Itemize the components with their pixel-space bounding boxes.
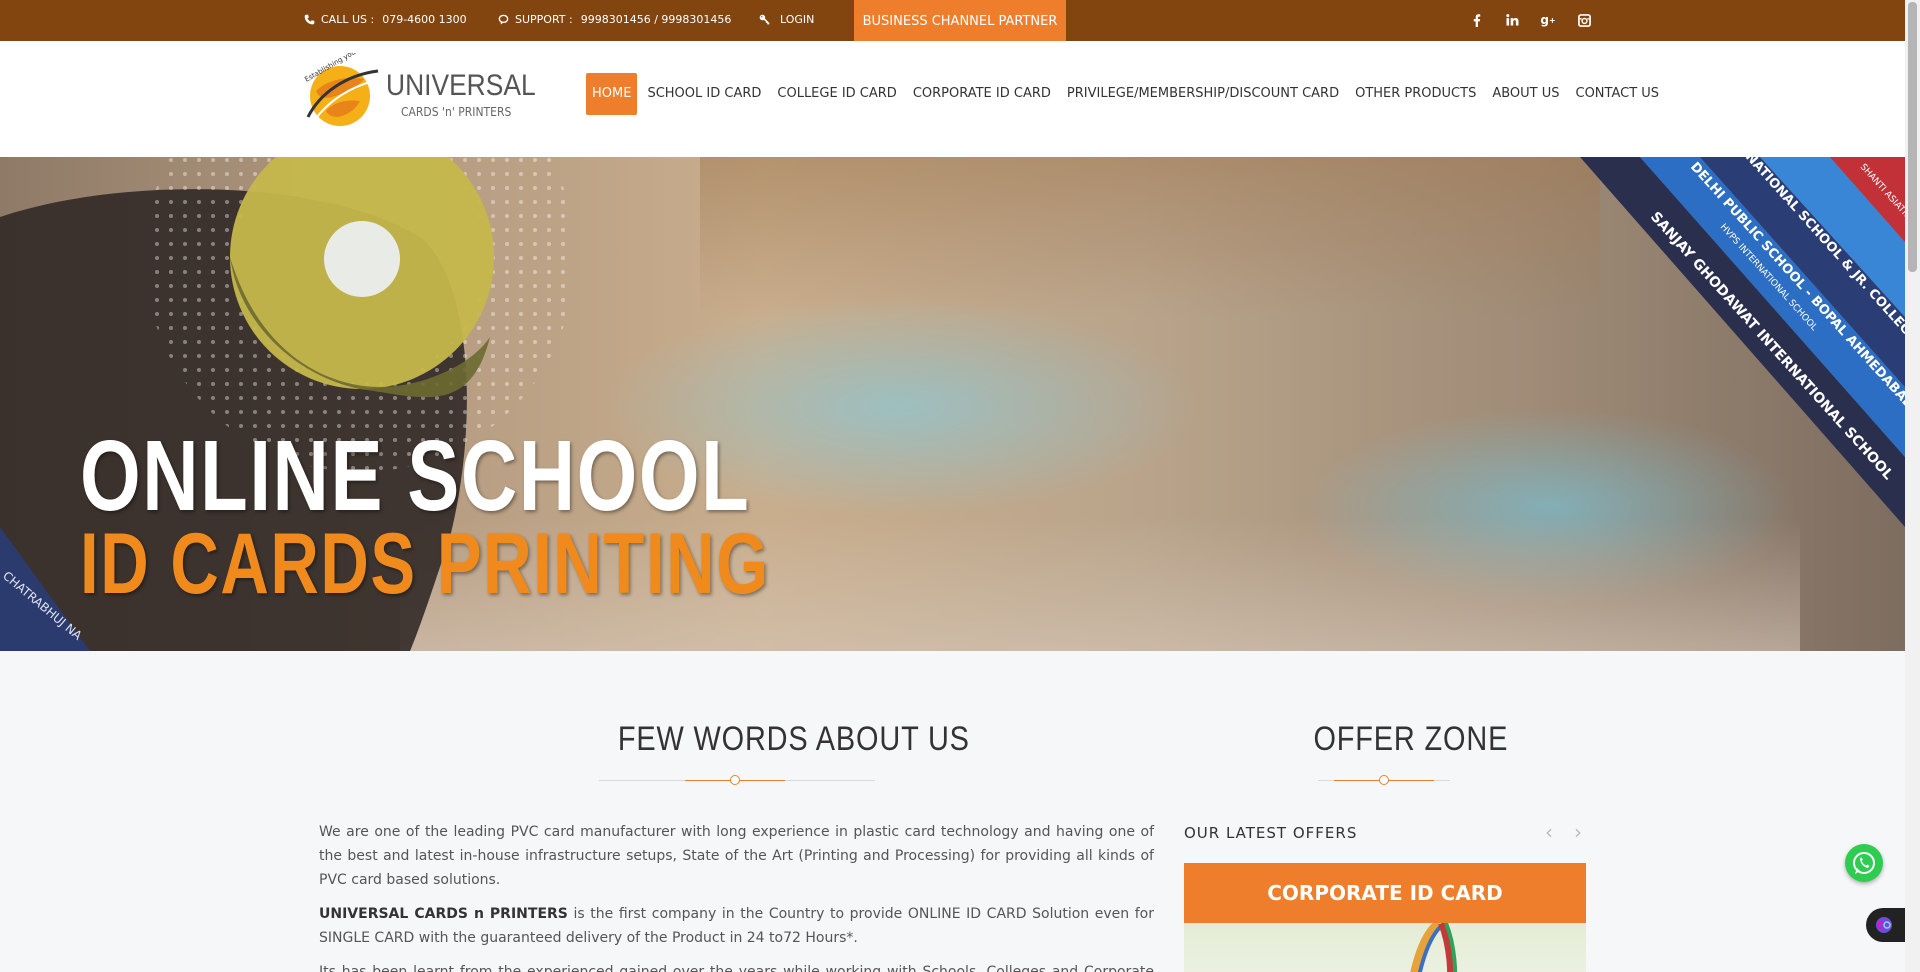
linkedin-icon[interactable]	[1504, 11, 1520, 29]
hero-banner: CHATRABHUJ NA SANJAY GHODAWAT INTERNATIO…	[0, 157, 1905, 651]
support-numbers: 9998301456 / 9998301456	[580, 13, 732, 26]
lanyard-image	[1410, 923, 1458, 972]
prev-arrow-icon[interactable]: ‹	[1545, 822, 1559, 842]
chat-bubble-icon	[498, 14, 509, 25]
page-scrollbar[interactable]	[1905, 0, 1920, 972]
call-number: 079-4600 1300	[382, 13, 467, 26]
nav-corporate-id-card[interactable]: CORPORATE ID CARD	[907, 73, 1057, 115]
assistant-icon	[1876, 917, 1892, 933]
top-bar: CALL US : 079-4600 1300 SUPPORT : 999830…	[0, 0, 1905, 43]
main-nav: HOME SCHOOL ID CARD COLLEGE ID CARD CORP…	[586, 73, 1669, 115]
nav-college-id-card[interactable]: COLLEGE ID CARD	[771, 73, 902, 115]
about-para2: UNIVERSAL CARDS n PRINTERS is the first …	[319, 902, 1154, 950]
lanyards-right: SANJAY GHODAWAT INTERNATIONAL SCHOOL DEL…	[1580, 157, 1905, 527]
globe-logo-icon: Establishing your identity	[303, 53, 382, 126]
support-label: SUPPORT :	[515, 13, 573, 26]
chat-widget[interactable]	[1866, 908, 1906, 942]
inner-circle	[324, 221, 400, 297]
about-text: We are one of the leading PVC card manuf…	[319, 820, 1154, 972]
key-icon	[759, 14, 770, 25]
nav-home[interactable]: HOME	[586, 73, 638, 115]
logo[interactable]: Establishing your identity UNIVERSAL CAR…	[302, 53, 536, 129]
about-para1: We are one of the leading PVC card manuf…	[319, 824, 1154, 888]
about-para3: Its has been learnt from the experienced…	[319, 964, 1154, 972]
logo-name: UNIVERSAL	[386, 69, 536, 102]
nav-school-id-card[interactable]: SCHOOL ID CARD	[641, 73, 767, 115]
logo-sub: CARDS 'n' PRINTERS	[401, 105, 512, 119]
login-label: LOGIN	[780, 13, 815, 26]
next-arrow-icon[interactable]: ›	[1574, 822, 1588, 842]
offer-card-image	[1184, 923, 1586, 972]
support[interactable]: SUPPORT : 9998301456 / 9998301456	[498, 13, 731, 26]
about-divider	[599, 774, 875, 786]
latest-offers-label: OUR LATEST OFFERS	[1184, 824, 1358, 842]
login-link[interactable]: LOGIN	[759, 13, 814, 26]
nav-privilege-card[interactable]: PRIVILEGE/MEMBERSHIP/DISCOUNT CARD	[1061, 73, 1345, 115]
scrollbar-thumb[interactable]	[1908, 2, 1917, 272]
offer-card[interactable]: CORPORATE ID CARD	[1184, 863, 1586, 972]
about-title: FEW WORDS ABOUT US	[617, 720, 970, 758]
instagram-icon[interactable]	[1576, 11, 1592, 29]
nav-other-products[interactable]: OTHER PRODUCTS	[1349, 73, 1482, 115]
business-channel-partner-button[interactable]: BUSINESS CHANNEL PARTNER	[854, 0, 1066, 43]
facebook-icon[interactable]	[1469, 11, 1485, 29]
phone-icon	[304, 14, 315, 25]
nav-about-us[interactable]: ABOUT US	[1486, 73, 1565, 115]
whatsapp-icon	[1853, 852, 1875, 874]
call-label: CALL US :	[321, 13, 375, 26]
offer-divider	[1318, 774, 1450, 786]
company-name: UNIVERSAL CARDS n PRINTERS	[319, 906, 568, 922]
call-us[interactable]: CALL US : 079-4600 1300	[304, 13, 467, 26]
hero-title-line2: ID CARDS PRINTING	[80, 516, 770, 612]
offer-card-title: CORPORATE ID CARD	[1184, 863, 1586, 923]
whatsapp-button[interactable]	[1845, 844, 1883, 882]
google-plus-icon[interactable]: g +	[1540, 11, 1556, 29]
site-header: Establishing your identity UNIVERSAL CAR…	[0, 41, 1905, 157]
nav-contact-us[interactable]: CONTACT US	[1570, 73, 1666, 115]
offer-zone-title: OFFER ZONE	[1313, 720, 1509, 758]
